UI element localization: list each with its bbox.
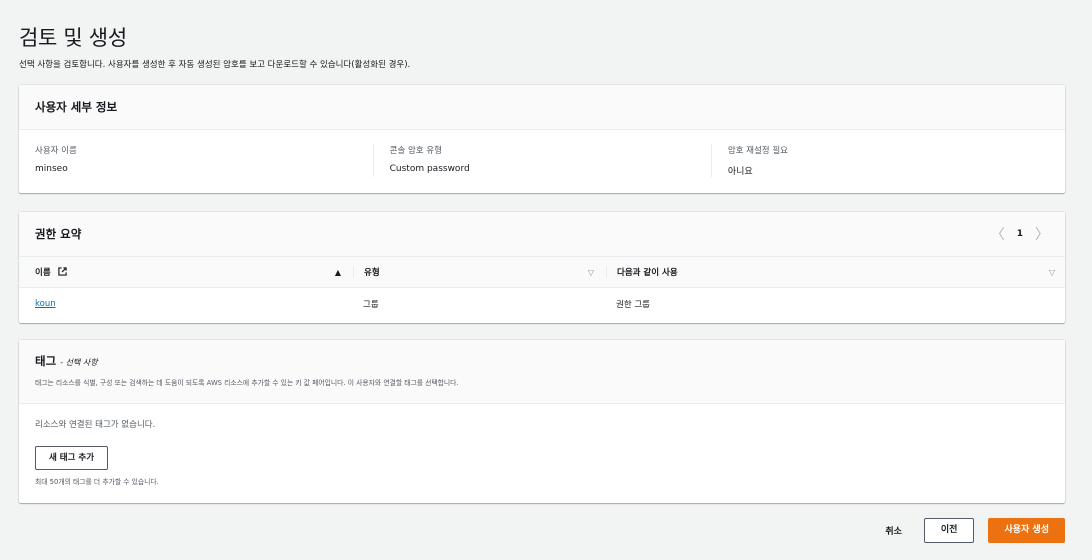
pagination: 〈 1 〉	[991, 224, 1049, 244]
tags-title: 태그 - 선택 사항	[35, 353, 1049, 369]
add-tag-button[interactable]: 새 태그 추가	[35, 446, 109, 470]
external-link-icon	[57, 267, 67, 276]
user-details-panel: 사용자 세부 정보 사용자 이름 minseo 콘솔 암호 유형 Custom …	[19, 85, 1065, 193]
tags-panel: 태그 - 선택 사항 태그는 리소스를 식별, 구성 또는 검색하는 데 도움이…	[19, 340, 1065, 503]
tags-optional-label: - 선택 사항	[60, 358, 98, 367]
detail-label: 암호 재설정 필요	[727, 146, 788, 156]
cancel-button[interactable]: 취소	[877, 524, 910, 537]
tags-header: 태그 - 선택 사항 태그는 리소스를 식별, 구성 또는 검색하는 데 도움이…	[19, 340, 1065, 404]
permissions-header: 권한 요약 〈 1 〉	[19, 212, 1065, 257]
user-details-title: 사용자 세부 정보	[35, 100, 118, 114]
detail-username: 사용자 이름 minseo	[35, 144, 373, 177]
page-number[interactable]: 1	[1017, 229, 1023, 239]
chevron-left-icon[interactable]: 〈	[991, 224, 1005, 244]
column-header-used-as[interactable]: 다음과 같이 사용 ▽	[606, 266, 1055, 278]
permissions-panel: 권한 요약 〈 1 〉 이름 ▲ 유형 ▽ 다음과 같이 사용 ▽ koun 그…	[19, 212, 1065, 323]
column-used-as-label: 다음과 같이 사용	[617, 268, 678, 278]
tags-title-text: 태그	[35, 354, 57, 368]
permissions-title: 권한 요약	[35, 227, 82, 241]
cell-name: koun	[35, 299, 353, 309]
column-header-type[interactable]: 유형 ▽	[353, 266, 606, 278]
tags-body: 리소스와 연결된 태그가 없습니다. 새 태그 추가 최대 50개의 태그를 더…	[19, 404, 1065, 500]
group-link[interactable]: koun	[35, 299, 56, 309]
table-header: 이름 ▲ 유형 ▽ 다음과 같이 사용 ▽	[19, 257, 1065, 288]
cell-type-value: 그룹	[363, 300, 379, 310]
create-user-button[interactable]: 사용자 생성	[988, 518, 1065, 543]
page-title: 검토 및 생성	[19, 26, 127, 50]
cell-used-as: 권한 그룹	[606, 298, 1055, 310]
column-header-name[interactable]: 이름 ▲	[35, 266, 353, 278]
user-details-grid: 사용자 이름 minseo 콘솔 암호 유형 Custom password 암…	[19, 130, 1065, 177]
chevron-right-icon[interactable]: 〉	[1035, 224, 1049, 244]
column-name-label: 이름	[35, 268, 51, 278]
page-header: 검토 및 생성 선택 사항을 검토합니다. 사용자를 생성한 후 자동 생성된 …	[19, 22, 410, 70]
sort-ascending-icon[interactable]: ▲	[335, 268, 341, 277]
column-type-label: 유형	[364, 268, 380, 278]
previous-button[interactable]: 이전	[923, 518, 975, 543]
table-row: koun 그룹 권한 그룹	[19, 288, 1065, 320]
tags-description: 태그는 리소스를 식별, 구성 또는 검색하는 데 도움이 되도록 AWS 리소…	[35, 379, 459, 387]
cell-type: 그룹	[353, 298, 606, 310]
page: 검토 및 생성 선택 사항을 검토합니다. 사용자를 생성한 후 자동 생성된 …	[0, 0, 1092, 560]
sort-icon[interactable]: ▽	[1049, 268, 1055, 277]
footer-actions: 취소 이전 사용자 생성	[877, 518, 1065, 543]
detail-label: 콘솔 암호 유형	[389, 146, 442, 156]
tags-empty-text: 리소스와 연결된 태그가 없습니다.	[35, 420, 156, 430]
page-description: 선택 사항을 검토합니다. 사용자를 생성한 후 자동 생성된 암호를 보고 다…	[19, 60, 411, 70]
detail-value: 아니요	[727, 167, 753, 177]
user-details-header: 사용자 세부 정보	[19, 85, 1065, 130]
detail-console-password-type: 콘솔 암호 유형 Custom password	[372, 144, 711, 177]
tags-hint: 최대 50개의 태그를 더 추가할 수 있습니다.	[35, 478, 159, 486]
detail-label: 사용자 이름	[35, 146, 77, 156]
detail-value: Custom password	[389, 164, 470, 174]
sort-icon[interactable]: ▽	[588, 268, 594, 277]
cell-used-as-value: 권한 그룹	[616, 300, 650, 310]
detail-value: minseo	[35, 164, 68, 174]
detail-password-reset: 암호 재설정 필요 아니요	[710, 144, 1049, 177]
